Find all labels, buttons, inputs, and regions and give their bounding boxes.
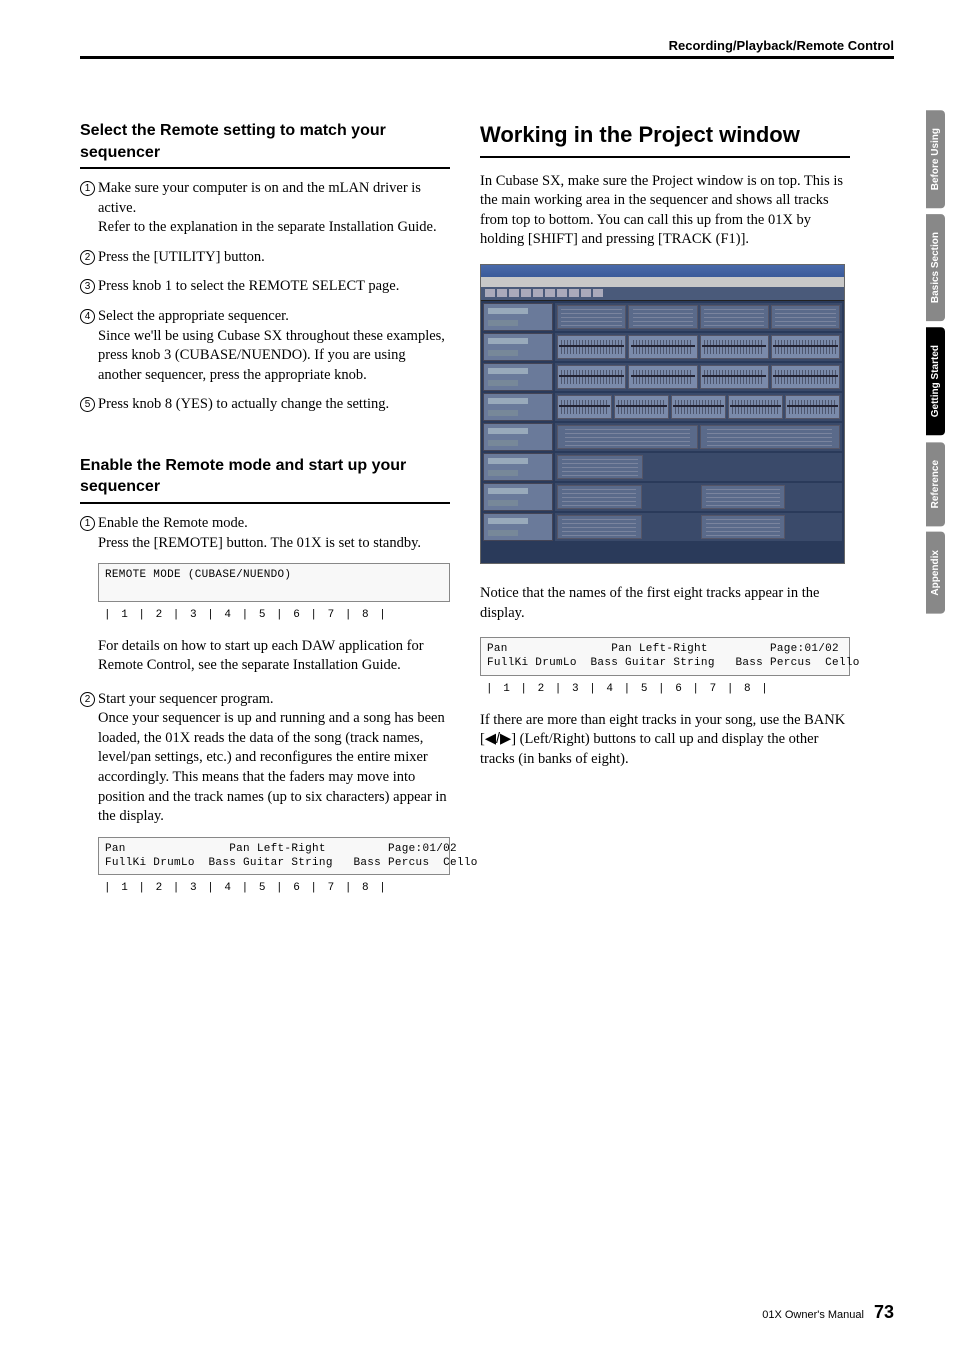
lcd-line1: REMOTE MODE (CUBASE/NUENDO): [105, 569, 409, 581]
paragraph: For details on how to start up each DAW …: [98, 637, 450, 676]
header-rule: [80, 56, 894, 59]
step-sub: Refer to the explanation in the separate…: [98, 219, 437, 235]
step-sub: Since we'll be using Cubase SX throughou…: [98, 328, 445, 383]
step: 1 Make sure your computer is on and the …: [80, 179, 450, 238]
right-column: Working in the Project window In Cubase …: [480, 120, 850, 910]
lcd-display: Pan Pan Left-Right Page:01/02 FullKi Dru…: [480, 637, 850, 676]
paragraph: If there are more than eight tracks in y…: [480, 711, 850, 770]
knob-numbers: | 1 | 2 | 3 | 4 | 5 | 6 | 7 | 8 |: [480, 682, 850, 697]
step-body: Press the [UTILITY] button.: [98, 248, 450, 268]
tab-appendix[interactable]: Appendix: [926, 532, 945, 614]
lcd-display: REMOTE MODE (CUBASE/NUENDO): [98, 563, 450, 602]
tab-basics-section[interactable]: Basics Section: [926, 214, 945, 321]
step-number: 4: [80, 309, 95, 324]
lcd-line2: [105, 583, 409, 595]
tab-getting-started[interactable]: Getting Started: [926, 327, 945, 435]
step-number: 1: [80, 181, 95, 196]
step-number: 3: [80, 279, 95, 294]
step-number: 5: [80, 397, 95, 412]
section2-underline: [80, 502, 450, 504]
page-number: 73: [874, 1302, 894, 1323]
tab-before-using[interactable]: Before Using: [926, 110, 945, 208]
step-body: Press knob 8 (YES) to actually change th…: [98, 395, 450, 415]
tab-reference[interactable]: Reference: [926, 442, 945, 526]
lcd-display: Pan Pan Left-Right Page:01/02 FullKi Dru…: [98, 837, 450, 876]
step-number: 1: [80, 516, 95, 531]
step: 4 Select the appropriate sequencer. Sinc…: [80, 307, 450, 385]
lcd-line2: FullKi DrumLo Bass Guitar String Bass Pe…: [487, 657, 867, 669]
step-body: Select the appropriate sequencer.: [98, 308, 289, 324]
main-title: Working in the Project window: [480, 120, 850, 158]
paragraph: Notice that the names of the first eight…: [480, 584, 850, 623]
step-body: Enable the Remote mode.: [98, 515, 248, 531]
step-sub: Press the [REMOTE] button. The 01X is se…: [98, 535, 421, 551]
step-body: Make sure your computer is on and the mL…: [98, 180, 421, 216]
header-breadcrumb: Recording/Playback/Remote Control: [80, 38, 894, 56]
step: 1 Enable the Remote mode. Press the [REM…: [80, 514, 450, 553]
section2-title: Enable the Remote mode and start up your…: [80, 455, 450, 498]
left-column: Select the Remote setting to match your …: [80, 120, 450, 910]
intro-paragraph: In Cubase SX, make sure the Project wind…: [480, 172, 850, 250]
step-body: Start your sequencer program.: [98, 691, 274, 707]
page-footer: 01X Owner's Manual 73: [762, 1302, 894, 1323]
step: 5 Press knob 8 (YES) to actually change …: [80, 395, 450, 415]
step: 3 Press knob 1 to select the REMOTE SELE…: [80, 277, 450, 297]
footer-label: 01X Owner's Manual: [762, 1309, 864, 1321]
step-sub: Once your sequencer is up and running an…: [98, 710, 447, 824]
lcd-line1: Pan Pan Left-Right Page:01/02: [105, 843, 457, 855]
step-number: 2: [80, 250, 95, 265]
step-number: 2: [80, 692, 95, 707]
section1-title: Select the Remote setting to match your …: [80, 120, 450, 163]
text-fragment: ] (Left/Right) buttons to call up and di…: [480, 731, 818, 767]
step: 2 Press the [UTILITY] button.: [80, 248, 450, 268]
lcd-line2: FullKi DrumLo Bass Guitar String Bass Pe…: [105, 857, 485, 869]
step: 2 Start your sequencer program. Once you…: [80, 690, 450, 827]
lcd-line1: Pan Pan Left-Right Page:01/02: [487, 643, 839, 655]
section1-underline: [80, 167, 450, 169]
section-tabs: Before Using Basics Section Getting Star…: [926, 110, 954, 620]
bank-left-right-icon: ◀/▶: [485, 730, 511, 750]
step-body: Press knob 1 to select the REMOTE SELECT…: [98, 277, 450, 297]
knob-numbers: | 1 | 2 | 3 | 4 | 5 | 6 | 7 | 8 |: [98, 881, 450, 896]
knob-numbers: | 1 | 2 | 3 | 4 | 5 | 6 | 7 | 8 |: [98, 608, 450, 623]
cubase-project-window-screenshot: [480, 264, 845, 564]
